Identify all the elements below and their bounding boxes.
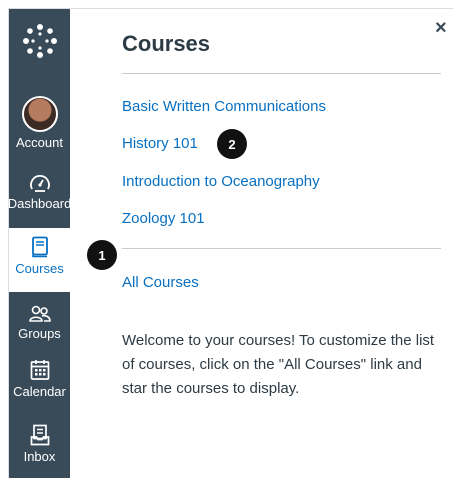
dashboard-gauge-icon [29, 173, 51, 193]
course-link[interactable]: History 101 [122, 135, 198, 153]
sidebar-item-account[interactable]: Account [9, 96, 70, 151]
sidebar-item-label: Calendar [13, 384, 66, 399]
sidebar-item-calendar[interactable]: Calendar [9, 359, 70, 400]
sidebar-item-label: Dashboard [7, 196, 72, 211]
course-link[interactable]: Basic Written Communications [122, 98, 326, 116]
callout-badge-1: 1 [87, 240, 117, 270]
sidebar-item-courses[interactable]: Courses [9, 228, 70, 292]
sidebar-item-label: Account [16, 135, 63, 150]
all-courses-link[interactable]: All Courses [122, 274, 199, 292]
courses-tray: Courses × Basic Written Communications H… [108, 9, 453, 478]
close-icon[interactable]: × [435, 18, 447, 38]
sidebar-item-inbox[interactable]: Inbox [9, 424, 70, 465]
groups-icon [28, 305, 51, 323]
sidebar-item-dashboard[interactable]: Dashboard [7, 173, 72, 212]
sidebar-item-groups[interactable]: Groups [9, 305, 70, 342]
canvas-logo-icon[interactable] [22, 23, 58, 59]
callout-badge-2: 2 [217, 129, 247, 159]
inbox-icon [30, 424, 50, 446]
calendar-icon [30, 359, 50, 381]
sidebar-item-label: Groups [18, 326, 61, 341]
book-icon [31, 236, 49, 258]
sidebar-item-label: Inbox [23, 449, 56, 464]
course-link[interactable]: Introduction to Oceanography [122, 173, 320, 191]
avatar [21, 96, 58, 132]
welcome-text: Welcome to your courses! To customize th… [122, 332, 435, 397]
global-navigation: Account Dashboard Courses Groups Calenda… [7, 9, 72, 478]
tray-title: Courses [122, 31, 211, 56]
sidebar-item-label: Courses [15, 261, 64, 276]
divider [122, 248, 441, 249]
divider [122, 73, 441, 74]
course-link[interactable]: Zoology 101 [122, 210, 205, 228]
